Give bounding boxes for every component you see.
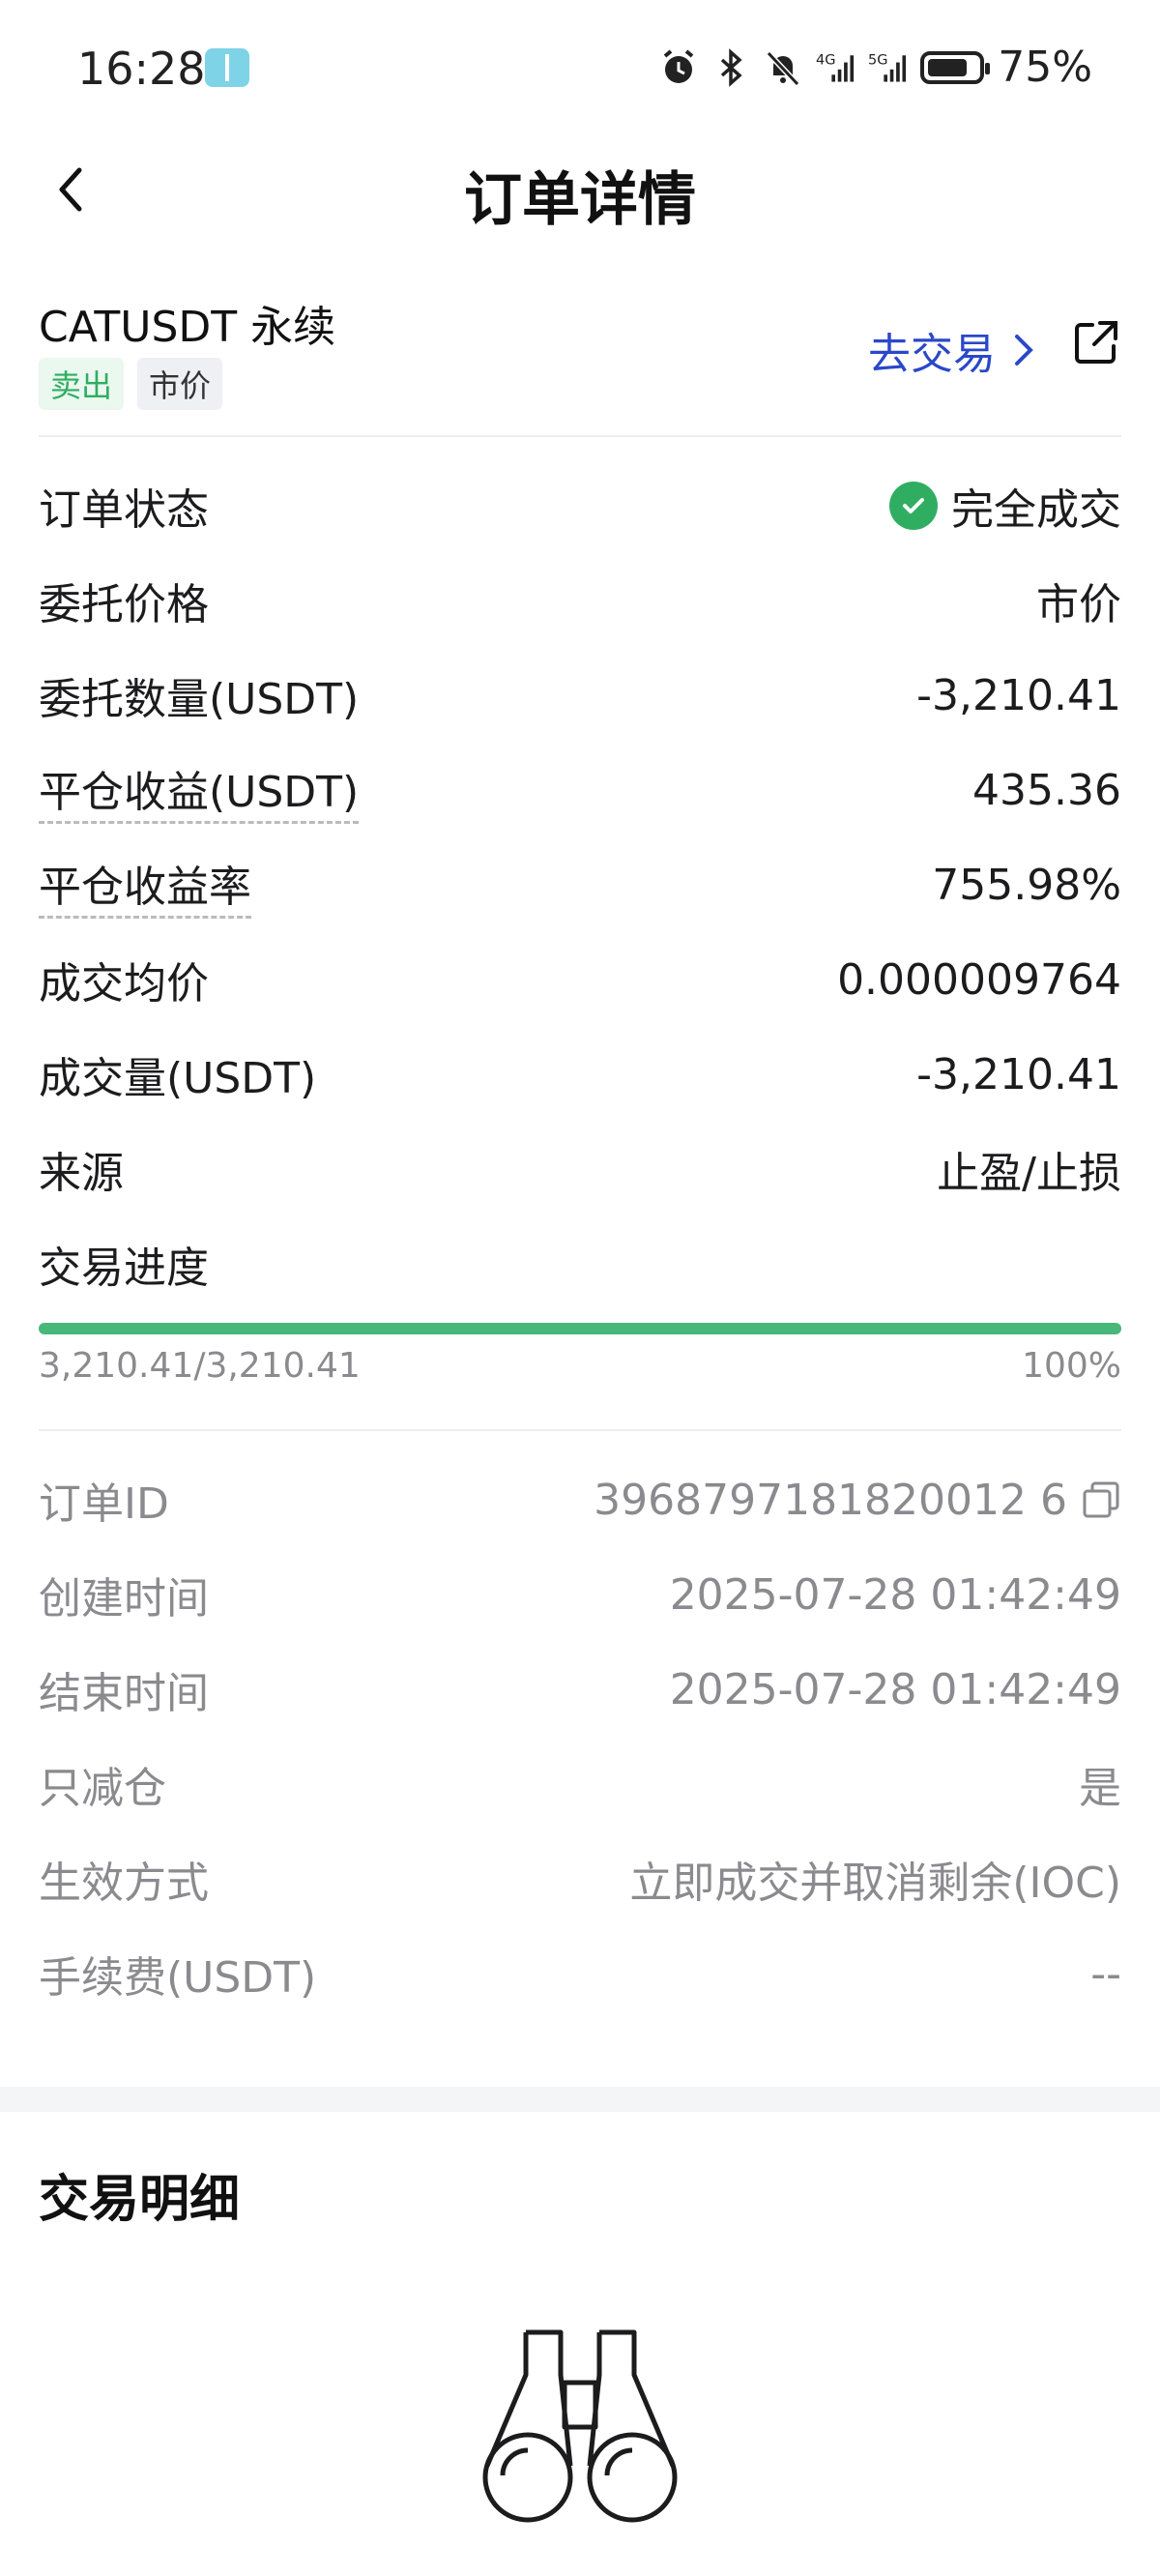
net1-label: 4G <box>816 52 836 68</box>
detail-value: 完全成交 <box>951 485 1121 535</box>
nav-bar: 订单详情 <box>0 135 1160 242</box>
detail-row-source: 来源 止盈/止损 <box>39 1135 1121 1203</box>
progress-amount: 3,210.41/3,210.41 <box>39 1346 361 1386</box>
detail-value: -3,210.41 <box>916 670 1121 720</box>
detail-key-tooltip[interactable]: 平仓收益(USDT) <box>39 757 360 824</box>
detail-value: -3,210.41 <box>916 1049 1121 1099</box>
detail-row-pnl-rate: 平仓收益率 755.98% <box>39 851 1121 919</box>
meta-value-wrap: 3968797181820012 6 <box>594 1476 1121 1525</box>
progress-label: 交易进度 <box>39 1244 209 1293</box>
net2-label: 5G <box>868 52 888 68</box>
order-header: CATUSDT 永续 卖出 市价 去交易 <box>39 280 1121 425</box>
meta-row-order-id: 订单ID 3968797181820012 6 <box>39 1466 1121 1534</box>
status-time: 16:28 <box>77 43 206 95</box>
meta-key: 结束时间 <box>39 1669 209 1718</box>
detail-key: 成交量(USDT) <box>39 1054 317 1103</box>
detail-row-price: 委托价格 市价 <box>39 567 1121 634</box>
meta-value: -- <box>1090 1948 1121 1999</box>
meta-value: 2025-07-28 01:42:49 <box>669 1664 1121 1714</box>
meta-row-reduce-only: 只减仓 是 <box>39 1750 1121 1818</box>
signal-4g-icon: 4G <box>816 48 855 87</box>
meta-value: 2025-07-28 01:42:49 <box>669 1569 1121 1620</box>
detail-value-wrap: 完全成交 <box>889 475 1121 537</box>
meta-key: 生效方式 <box>39 1859 209 1908</box>
meta-value: 立即成交并取消剩余(IOC) <box>629 1859 1121 1908</box>
detail-value: 市价 <box>1036 580 1121 629</box>
progress-label-row: 交易进度 <box>39 1230 1121 1298</box>
detail-key: 订单状态 <box>39 485 209 535</box>
detail-value: 755.98% <box>932 860 1121 910</box>
meta-value: 是 <box>1079 1764 1121 1813</box>
contract-pair: CATUSDT 永续 <box>39 303 336 352</box>
detail-key: 来源 <box>39 1149 124 1198</box>
status-icons: 4G 5G 75% <box>659 43 1092 92</box>
detail-key-tooltip[interactable]: 平仓收益率 <box>39 852 251 919</box>
meta-key: 创建时间 <box>39 1574 209 1624</box>
go-trade-label: 去交易 <box>868 330 996 379</box>
divider <box>39 435 1121 437</box>
status-bar: 16:28 4G 5G 75% <box>0 0 1160 135</box>
detail-key: 委托价格 <box>39 580 209 629</box>
order-tags: 卖出 市价 <box>39 358 223 410</box>
detail-row-filled-volume: 成交量(USDT) -3,210.41 <box>39 1040 1121 1108</box>
alarm-icon <box>659 48 698 87</box>
order-id-value: 3968797181820012 6 <box>594 1475 1067 1525</box>
side-tag: 卖出 <box>39 358 125 410</box>
meta-key: 手续费(USDT) <box>39 1953 317 2003</box>
mute-bell-icon <box>764 48 802 87</box>
page-title: 订单详情 <box>464 166 696 234</box>
meta-row-time-in-force: 生效方式 立即成交并取消剩余(IOC) <box>39 1845 1121 1913</box>
section-separator <box>0 2087 1160 2112</box>
detail-row-status: 订单状态 完全成交 <box>39 472 1121 540</box>
detail-value: 止盈/止损 <box>937 1149 1121 1198</box>
detail-row-avg-price: 成交均价 0.000009764 <box>39 946 1121 1013</box>
divider <box>39 1429 1121 1431</box>
trade-progress-bar <box>39 1323 1121 1334</box>
signal-5g-icon: 5G <box>868 48 907 87</box>
meta-key: 订单ID <box>39 1479 169 1529</box>
order-type-tag: 市价 <box>137 358 223 410</box>
bluetooth-icon <box>711 47 750 87</box>
go-trade-link[interactable]: 去交易 <box>868 319 1034 381</box>
copy-icon[interactable] <box>1081 1479 1121 1520</box>
check-circle-icon <box>889 482 938 530</box>
battery-icon <box>920 50 991 84</box>
chevron-right-icon <box>1015 335 1033 366</box>
app-book-icon <box>205 48 249 87</box>
detail-row-quantity: 委托数量(USDT) -3,210.41 <box>39 661 1121 729</box>
trade-progress-fill <box>39 1323 1121 1334</box>
meta-row-ended: 结束时间 2025-07-28 01:42:49 <box>39 1655 1121 1723</box>
meta-key: 只减仓 <box>39 1764 166 1813</box>
binoculars-icon <box>482 2329 678 2523</box>
battery-percent: 75% <box>998 43 1092 92</box>
meta-row-created: 创建时间 2025-07-28 01:42:49 <box>39 1561 1121 1628</box>
detail-row-pnl: 平仓收益(USDT) 435.36 <box>39 756 1121 824</box>
meta-row-fee: 手续费(USDT) -- <box>39 1940 1121 2007</box>
detail-key: 成交均价 <box>39 959 209 1009</box>
detail-value: 435.36 <box>972 765 1121 815</box>
detail-key: 委托数量(USDT) <box>39 675 360 724</box>
external-link-icon[interactable] <box>1071 317 1121 367</box>
trade-detail-title: 交易明细 <box>39 2171 241 2229</box>
progress-percent: 100% <box>1022 1346 1121 1386</box>
detail-value: 0.000009764 <box>837 954 1121 1005</box>
